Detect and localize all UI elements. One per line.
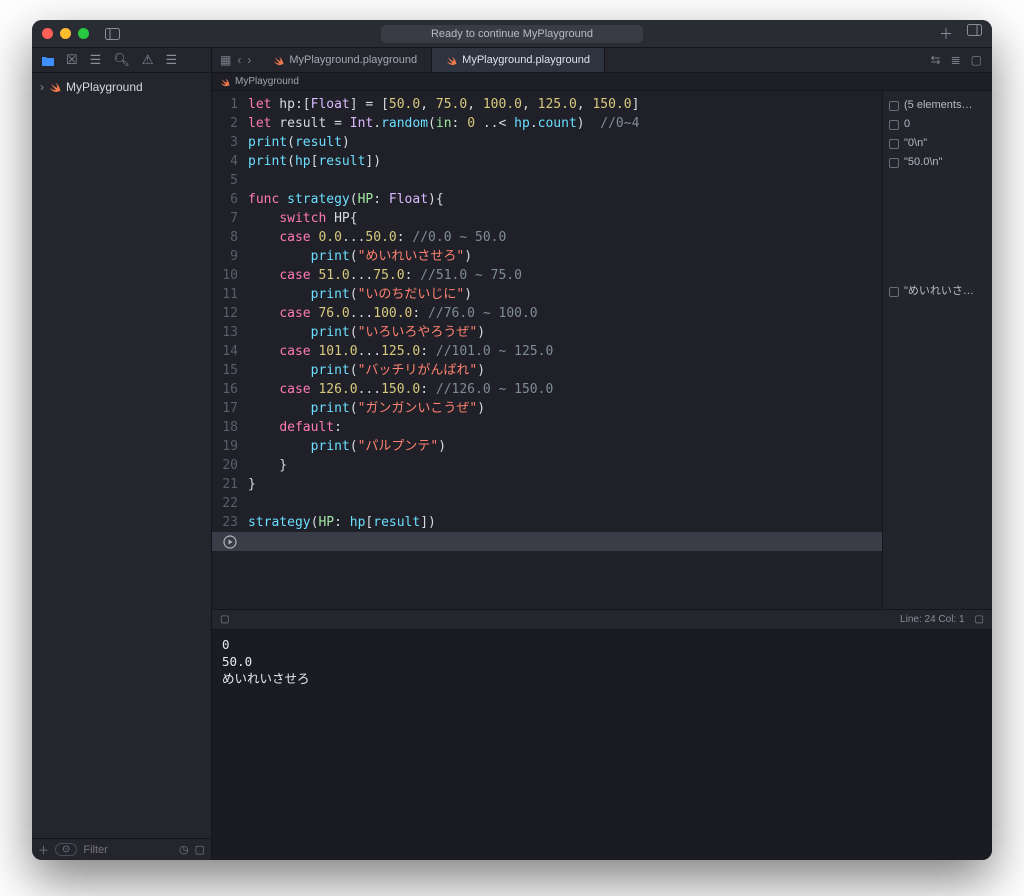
project-navigator-icon[interactable] (42, 55, 54, 66)
jump-bar-label: MyPlayground (235, 76, 299, 87)
issue-nav-icon[interactable]: ⚠︎ (142, 52, 154, 68)
quicklook-icon[interactable] (889, 287, 899, 297)
line-number: 11 (212, 285, 248, 304)
navigator-panel: ☒ ☰ 🔍︎ ⚠︎ ☰ › MyPlayground ＋ ⊙ ◷ (32, 48, 212, 860)
result-label: (5 elements… (904, 97, 972, 114)
add-file-icon[interactable]: ＋ (38, 842, 49, 858)
line-number: 2 (212, 114, 248, 133)
tab-label: MyPlayground.playground (462, 54, 590, 66)
project-tree[interactable]: › MyPlayground (32, 73, 211, 838)
source-control-nav-icon[interactable]: ☒ (66, 52, 78, 68)
quicklook-icon[interactable] (889, 101, 899, 111)
line-number: 16 (212, 380, 248, 399)
window-controls (42, 28, 89, 39)
line-number: 7 (212, 209, 248, 228)
editor-tabbar: ▦ ‹ › MyPlayground.playground MyPlaygrou… (212, 48, 992, 73)
titlebar: Ready to continue MyPlayground ＋ (32, 20, 992, 48)
toggle-navigator-icon[interactable] (105, 28, 120, 40)
filter-scope-pill[interactable]: ⊙ (55, 843, 77, 856)
xcode-window: Ready to continue MyPlayground ＋ ☒ ☰ 🔍︎ … (32, 20, 992, 860)
line-number: 20 (212, 456, 248, 475)
result-row[interactable]: (5 elements… (889, 97, 986, 114)
symbol-nav-icon[interactable]: ☰ (90, 52, 102, 68)
add-tab-icon[interactable]: ＋ (939, 24, 953, 44)
line-number: 22 (212, 494, 248, 513)
go-back-icon[interactable]: ‹ (237, 53, 241, 67)
result-label: 0 (904, 116, 910, 133)
result-label: "50.0\n" (904, 154, 942, 171)
activity-status: Ready to continue MyPlayground (381, 25, 643, 43)
editor-area: ▦ ‹ › MyPlayground.playground MyPlaygrou… (212, 48, 992, 860)
swift-file-icon (220, 77, 230, 87)
find-nav-icon[interactable]: 🔍︎ (113, 52, 130, 68)
play-icon[interactable] (212, 535, 248, 549)
line-number: 19 (212, 437, 248, 456)
line-number: 14 (212, 342, 248, 361)
adjust-editor-icon[interactable]: ⇆ (931, 53, 941, 67)
line-number: 1 (212, 95, 248, 114)
navigator-footer: ＋ ⊙ ◷ ▢ (32, 838, 211, 860)
tree-row[interactable]: › MyPlayground (40, 79, 203, 95)
toggle-console-icon[interactable]: ▢ (975, 614, 984, 625)
line-number: 15 (212, 361, 248, 380)
report-nav-icon[interactable]: ☰ (165, 52, 177, 68)
source-editor[interactable]: 1let hp:[Float] = [50.0, 75.0, 100.0, 12… (212, 91, 882, 609)
result-label: "めいれいさ… (904, 283, 974, 300)
execute-line[interactable] (212, 532, 882, 551)
line-number: 10 (212, 266, 248, 285)
editor-tab[interactable]: MyPlayground.playground (259, 48, 432, 72)
result-row[interactable]: "めいれいさ… (889, 283, 986, 300)
tab-label: MyPlayground.playground (289, 54, 417, 66)
tree-item-label: MyPlayground (66, 80, 143, 94)
disclosure-icon[interactable]: › (40, 80, 44, 94)
recent-files-icon[interactable]: ◷ (179, 843, 189, 856)
quicklook-icon[interactable] (889, 139, 899, 149)
editor-tab-active[interactable]: MyPlayground.playground (432, 48, 605, 72)
toggle-variables-view-icon[interactable]: ▢ (220, 614, 229, 625)
console-output[interactable]: 0 50.0 めいれいさせろ (212, 630, 992, 860)
line-number: 6 (212, 190, 248, 209)
jump-bar[interactable]: MyPlayground (212, 73, 992, 91)
console-toolbar: ▢ Line: 24 Col: 1 ▢ (212, 610, 992, 630)
line-number: 18 (212, 418, 248, 437)
navigator-tabs: ☒ ☰ 🔍︎ ⚠︎ ☰ (32, 48, 211, 73)
close-window-button[interactable] (42, 28, 53, 39)
swift-file-icon (49, 81, 61, 93)
result-label: "0\n" (904, 135, 927, 152)
line-number: 3 (212, 133, 248, 152)
line-number: 9 (212, 247, 248, 266)
result-row[interactable]: "50.0\n" (889, 154, 986, 171)
editor-options-icon[interactable]: ≣ (951, 53, 961, 67)
line-number: 5 (212, 171, 248, 190)
line-number: 23 (212, 513, 248, 532)
result-row[interactable]: 0 (889, 116, 986, 133)
line-number: 12 (212, 304, 248, 323)
swift-file-icon (446, 55, 457, 66)
swift-file-icon (273, 55, 284, 66)
scm-filter-icon[interactable]: ▢ (195, 843, 205, 856)
quicklook-icon[interactable] (889, 120, 899, 130)
minimize-window-button[interactable] (60, 28, 71, 39)
quicklook-icon[interactable] (889, 158, 899, 168)
zoom-window-button[interactable] (78, 28, 89, 39)
navigator-filter-input[interactable] (83, 844, 153, 856)
results-sidebar: (5 elements… 0 "0\n" "50.0\n" "めいれいさ… (882, 91, 992, 609)
line-number: 4 (212, 152, 248, 171)
line-number: 21 (212, 475, 248, 494)
related-items-icon[interactable]: ▦ (220, 53, 231, 67)
cursor-position: Line: 24 Col: 1 (900, 614, 965, 625)
line-number: 13 (212, 323, 248, 342)
result-row[interactable]: "0\n" (889, 135, 986, 152)
go-forward-icon[interactable]: › (247, 53, 251, 67)
add-editor-icon[interactable]: ▢ (971, 53, 982, 67)
toggle-inspectors-icon[interactable] (967, 24, 982, 44)
line-number: 17 (212, 399, 248, 418)
line-number: 8 (212, 228, 248, 247)
